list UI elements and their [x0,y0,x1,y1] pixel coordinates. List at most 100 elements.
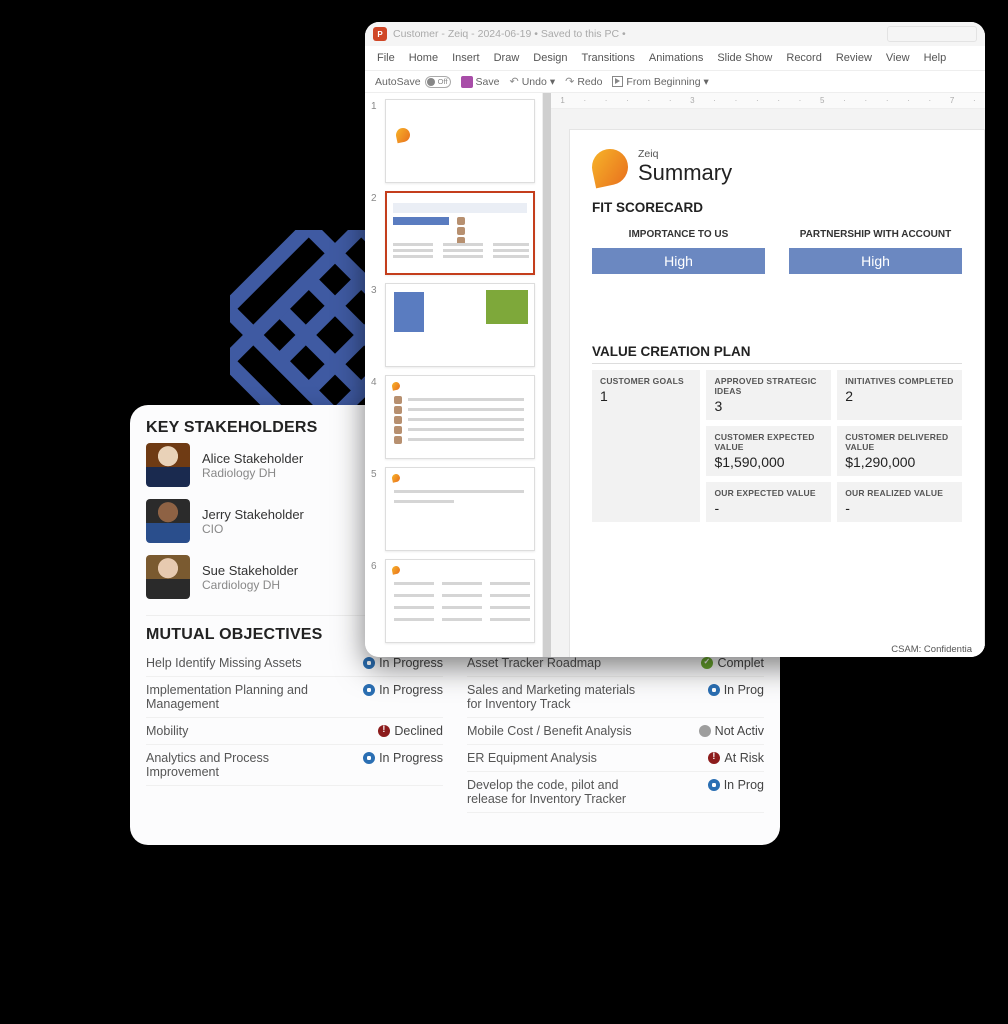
status-icon [701,657,713,669]
slide-thumb[interactable]: 5 [371,467,536,551]
stakeholder-role: Radiology DH [202,466,303,480]
status-icon [363,752,375,764]
avatar [146,555,190,599]
status-badge: In Prog [708,683,764,697]
metric-tile: CUSTOMER DELIVERED VALUE $1,290,000 [837,426,962,476]
fit-col-value: High [789,248,962,274]
objective-row: Mobility Declined [146,718,443,745]
thumb-number: 2 [371,191,381,204]
metric-tile: OUR EXPECTED VALUE - [706,482,831,522]
slide-thumb[interactable]: 1 [371,99,536,183]
slide-thumbnails: 1 2 3 4 5 6 [365,93,543,657]
horizontal-ruler: 1·····3·····5·····7· [551,93,985,109]
slide-footer: CSAM: Confidentia [891,644,972,655]
slide-content: Zeiq Summary FIT SCORECARD IMPORTANCE TO… [569,129,985,657]
save-button[interactable]: Save [461,76,500,88]
autosave-toggle[interactable]: Off [425,76,451,88]
initiative-row-text: Mobile Cost / Benefit Analysis [467,724,632,738]
objective-row: Analytics and Process ImprovementIn Prog… [146,745,443,786]
undo-icon: ↶ [509,75,518,88]
stakeholder-name: Jerry Stakeholder [202,507,304,522]
status-badge: Declined [378,724,443,738]
tab-view[interactable]: View [886,52,910,68]
avatar [146,443,190,487]
from-beginning-button[interactable]: From Beginning ▾ [612,76,708,88]
fit-scorecard-heading: FIT SCORECARD [592,200,962,215]
tab-home[interactable]: Home [409,52,438,68]
thumb-number: 1 [371,99,381,112]
slide-canvas[interactable]: Zeiq Summary FIT SCORECARD IMPORTANCE TO… [551,109,985,657]
metric-tile: CUSTOMER GOALS 1 [592,370,700,522]
slide-thumb[interactable]: 4 [371,375,536,459]
fit-col-label: IMPORTANCE TO US [592,229,765,240]
stakeholder-role: Cardiology DH [202,578,298,592]
quick-toolbar: AutoSave Off Save ↶Undo ▾ ↷Redo From Beg… [365,71,985,93]
objective-row-text: Mobility [146,724,188,738]
fit-col-value: High [592,248,765,274]
window-title: Customer - Zeiq - 2024-06-19 • Saved to … [393,28,626,40]
tab-insert[interactable]: Insert [452,52,480,68]
initiative-row: Sales and Marketing materials for Invent… [467,677,764,718]
metric-tile: INITIATIVES COMPLETED 2 [837,370,962,420]
slide-thumb[interactable]: 6 [371,559,536,643]
thumb-number: 3 [371,283,381,296]
redo-icon: ↷ [565,75,574,88]
initiative-row-text: Asset Tracker Roadmap [467,656,601,670]
thumb-number: 4 [371,375,381,388]
objective-row-text: Help Identify Missing Assets [146,656,302,670]
powerpoint-window: P Customer - Zeiq - 2024-06-19 • Saved t… [365,22,985,657]
initiative-row: Develop the code, pilot and release for … [467,772,764,813]
stakeholder-role: CIO [202,522,304,536]
thumb-number: 5 [371,467,381,480]
status-badge: In Progress [363,656,443,670]
initiative-row-text: Sales and Marketing materials for Invent… [467,683,651,711]
ribbon-tabs: File Home Insert Draw Design Transitions Anima… [365,46,985,71]
initiative-row: Mobile Cost / Benefit Analysis Not Activ [467,718,764,745]
search-input[interactable] [887,26,977,42]
initiative-row-text: ER Equipment Analysis [467,751,597,765]
value-creation-grid: CUSTOMER GOALS 1 APPROVED STRATEGIC IDEA… [592,370,962,522]
status-badge: At Risk [708,751,764,765]
status-badge: Complet [701,656,764,670]
initiative-row: ER Equipment Analysis At Risk [467,745,764,772]
objective-row: Implementation Planning and Management In… [146,677,443,718]
zeiq-logo-icon [589,146,632,189]
tab-help[interactable]: Help [924,52,947,68]
redo-button[interactable]: ↷Redo [565,75,602,88]
metric-tile: OUR REALIZED VALUE - [837,482,962,522]
status-badge: In Prog [708,778,764,792]
status-icon [363,684,375,696]
avatar [146,499,190,543]
thumb-number: 6 [371,559,381,572]
metric-tile: CUSTOMER EXPECTED VALUE $1,590,000 [706,426,831,476]
pane-splitter[interactable] [543,93,551,657]
slide-thumb[interactable]: 3 [371,283,536,367]
metric-tile: APPROVED STRATEGIC IDEAS 3 [706,370,831,420]
save-icon [461,76,473,88]
powerpoint-icon: P [373,27,387,41]
stakeholder-name: Sue Stakeholder [202,563,298,578]
tab-file[interactable]: File [377,52,395,68]
tab-animations[interactable]: Animations [649,52,703,68]
tab-slide-show[interactable]: Slide Show [717,52,772,68]
status-badge: Not Activ [699,724,764,738]
tab-transitions[interactable]: Transitions [582,52,635,68]
tab-record[interactable]: Record [786,52,821,68]
brand-name: Zeiq [638,148,732,160]
initiative-row-text: Develop the code, pilot and release for … [467,778,651,806]
slide-thumb[interactable]: 2 [371,191,536,275]
undo-button[interactable]: ↶Undo ▾ [509,75,555,88]
status-icon [699,725,711,737]
tab-design[interactable]: Design [533,52,567,68]
tab-draw[interactable]: Draw [494,52,520,68]
status-icon [708,752,720,764]
tab-review[interactable]: Review [836,52,872,68]
status-icon [378,725,390,737]
status-badge: In Progress [363,683,443,697]
objective-row-text: Analytics and Process Improvement [146,751,330,779]
autosave-label: AutoSave [375,76,421,88]
status-icon [708,779,720,791]
objective-row-text: Implementation Planning and Management [146,683,330,711]
status-icon [363,657,375,669]
value-creation-heading: VALUE CREATION PLAN [592,344,962,364]
